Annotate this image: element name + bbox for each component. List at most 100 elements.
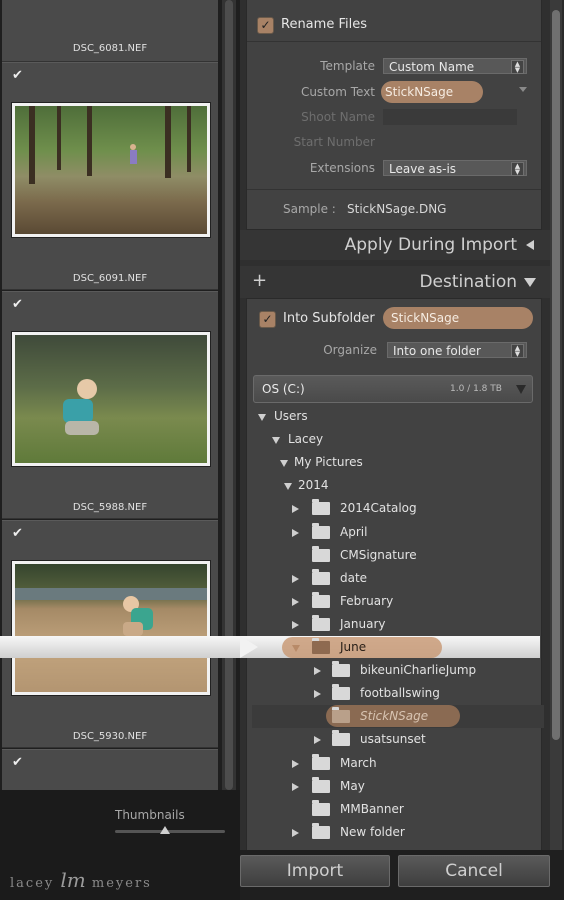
tree-row-mmbanner[interactable]: MMBanner <box>252 798 544 821</box>
tree-row-january[interactable]: January <box>252 613 544 636</box>
tree-row-label: bikeuniCharlieJump <box>360 663 477 678</box>
tree-row-label: StickNSage <box>360 709 429 724</box>
file-renaming-section: ✓ Rename Files Template Custom Name ▲ ▼ C… <box>246 0 542 230</box>
tree-row-bikeunicharliejump[interactable]: bikeuniCharlieJump <box>252 659 544 682</box>
tree-row-label: May <box>340 778 365 793</box>
into-subfolder-checkbox[interactable]: ✓ <box>259 311 276 328</box>
expand-right-icon[interactable] <box>314 667 321 676</box>
tree-row-date[interactable]: date <box>252 567 544 590</box>
apply-during-import-header[interactable]: Apply During Import <box>240 230 550 260</box>
folder-icon <box>312 522 330 539</box>
include-checkbox[interactable]: ✔ <box>12 69 23 83</box>
rename-files-checkbox[interactable]: ✓ <box>257 17 274 34</box>
expand-down-icon[interactable] <box>292 645 300 652</box>
photo-thumbnail[interactable] <box>12 332 210 466</box>
tree-row-label: April <box>340 524 368 539</box>
expand-right-icon[interactable] <box>314 736 321 745</box>
folder-tree: Users Lacey My Pictures 2014 2014Catalog Apri… <box>252 405 544 845</box>
tree-row-sticknsage[interactable]: StickNSage <box>252 705 544 729</box>
tree-row-2014catalog[interactable]: 2014Catalog <box>252 497 544 520</box>
custom-text-input[interactable]: StickNSage <box>381 81 483 103</box>
destination-title: Destination <box>419 272 517 292</box>
expand-right-icon[interactable] <box>292 620 299 629</box>
folder-icon <box>312 568 330 585</box>
volume-space: 1.0 / 1.8 TB <box>450 384 502 394</box>
volume-row[interactable]: OS (C:) 1.0 / 1.8 TB <box>253 375 533 403</box>
expand-down-icon <box>524 278 536 287</box>
tree-row-2014[interactable]: 2014 <box>252 474 544 497</box>
template-label: Template <box>320 59 375 73</box>
tree-row-may[interactable]: May <box>252 775 544 798</box>
grid-cell[interactable]: ✔ <box>2 749 218 790</box>
expand-right-icon[interactable] <box>292 828 299 837</box>
tree-row-my-pictures[interactable]: My Pictures <box>252 451 544 474</box>
tree-row-label: My Pictures <box>294 455 363 470</box>
tree-row-june[interactable]: June <box>252 636 544 659</box>
filename-label: DSC_6091.NEF <box>72 273 148 284</box>
tree-row-label: New folder <box>340 824 405 839</box>
extensions-value: Leave as-is <box>389 162 457 176</box>
expand-right-icon[interactable] <box>292 505 299 514</box>
grid-cell[interactable]: ✔ DSC_6091.NEF <box>2 62 218 290</box>
subfolder-name-input[interactable]: StickNSage <box>383 307 533 329</box>
expand-down-icon[interactable] <box>258 414 266 421</box>
expand-right-icon[interactable] <box>292 574 299 583</box>
chevron-updown-icon: ▲ ▼ <box>511 60 524 74</box>
folder-icon <box>312 776 330 793</box>
destination-header[interactable]: + Destination <box>240 266 550 298</box>
grid-cell[interactable]: DSC_6081.NEF <box>2 0 218 62</box>
expand-down-icon[interactable] <box>284 483 292 491</box>
tree-row-march[interactable]: March <box>252 752 544 775</box>
tree-row-april[interactable]: April <box>252 521 544 544</box>
tree-row-february[interactable]: February <box>252 590 544 613</box>
add-folder-icon[interactable]: + <box>252 270 267 291</box>
shoot-name-input <box>383 109 517 125</box>
include-checkbox[interactable]: ✔ <box>12 527 23 541</box>
tree-row-cmsignature[interactable]: CMSignature <box>252 544 544 567</box>
chevron-updown-icon: ▲ ▼ <box>511 344 524 358</box>
tree-row-label: MMBanner <box>340 801 404 816</box>
shoot-name-label: Shoot Name <box>301 110 375 124</box>
photo-thumbnail[interactable] <box>12 103 210 237</box>
cancel-button[interactable]: Cancel <box>398 855 550 887</box>
expand-down-icon[interactable] <box>272 437 280 445</box>
template-select[interactable]: Custom Name ▲ ▼ <box>383 58 527 74</box>
expand-right-icon[interactable] <box>292 759 299 768</box>
import-button[interactable]: Import <box>240 855 390 887</box>
tree-row-label: Users <box>274 409 308 423</box>
folder-icon <box>312 799 330 816</box>
tree-row-lacey[interactable]: Lacey <box>252 428 544 451</box>
thumbnail-grid: DSC_6081.NEF ✔ DSC_6091.NEF ✔ DSC_5988.N… <box>0 0 240 790</box>
thumbnails-label: Thumbnails <box>115 808 185 822</box>
tree-row-usatsunset[interactable]: usatsunset <box>252 728 544 751</box>
tree-row-label: date <box>340 570 368 585</box>
expand-right-icon[interactable] <box>292 528 299 537</box>
grid-scrollbar[interactable] <box>222 0 236 790</box>
tree-row-label: CMSignature <box>340 547 417 562</box>
extensions-select[interactable]: Leave as-is ▲ ▼ <box>383 160 527 176</box>
thumbnail-size-slider[interactable] <box>115 830 225 833</box>
slider-handle[interactable] <box>159 826 170 834</box>
tree-row-new-folder[interactable]: New folder <box>252 821 544 844</box>
panel-scrollbar[interactable] <box>550 0 562 850</box>
chevron-down-icon[interactable] <box>519 87 527 92</box>
folder-icon <box>332 707 350 724</box>
expand-right-icon[interactable] <box>292 782 299 791</box>
include-checkbox[interactable]: ✔ <box>12 756 23 770</box>
photo-thumbnail[interactable] <box>12 561 210 695</box>
tree-row-label: usatsunset <box>360 732 426 747</box>
logo: lacey lm meyers <box>10 868 152 892</box>
expand-right-icon[interactable] <box>292 597 299 606</box>
tree-row-label: June <box>340 640 367 654</box>
volume-collapse-icon <box>516 385 526 394</box>
collapse-left-icon <box>526 240 534 250</box>
expand-down-icon[interactable] <box>280 460 288 468</box>
tree-row-footballswing[interactable]: footballswing <box>252 682 544 705</box>
grid-cell[interactable]: ✔ DSC_5988.NEF <box>2 291 218 519</box>
tree-row-label: March <box>340 755 377 770</box>
include-checkbox[interactable]: ✔ <box>12 298 23 312</box>
expand-right-icon[interactable] <box>314 690 321 699</box>
organize-select[interactable]: Into one folder ▲ ▼ <box>387 342 527 358</box>
grid-cell[interactable]: ✔ DSC_5930.NEF <box>2 520 218 748</box>
tree-row-users[interactable]: Users <box>252 405 544 428</box>
